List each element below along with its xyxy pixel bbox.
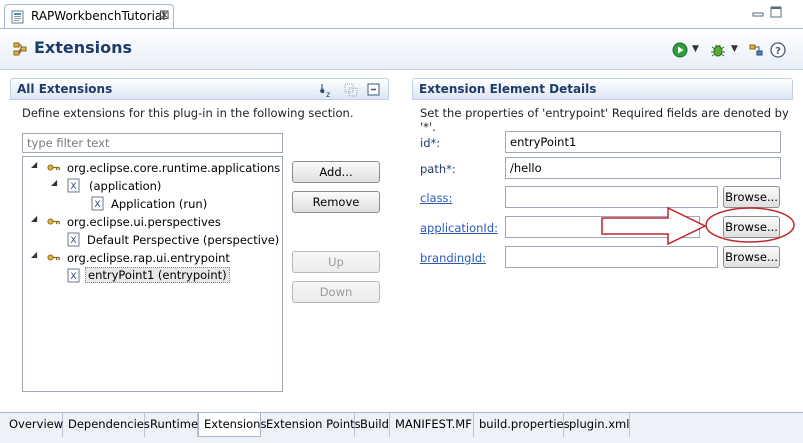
editor-tab[interactable]: RAPWorkbenchTutorial ⊠ — [4, 4, 174, 28]
tab-build-properties[interactable]: build.properties — [474, 413, 570, 437]
tab-plugin-xml[interactable]: plugin.xml — [564, 413, 630, 437]
id-label: id*: — [420, 136, 441, 150]
applicationid-link[interactable]: applicationId: — [420, 221, 498, 235]
path-label: path*: — [420, 162, 456, 176]
tab-overview[interactable]: Overview — [4, 413, 63, 437]
tab-extensions[interactable]: Extensions — [198, 413, 266, 437]
tree-item-label: Application (run) — [111, 197, 208, 211]
plugin-manifest-icon — [11, 10, 24, 24]
run-icon[interactable] — [672, 42, 688, 58]
annotation-ellipse — [705, 207, 795, 243]
form-header: Extensions ▼ ▼ ? — [0, 29, 803, 70]
tab-manifest[interactable]: MANIFEST.MF — [390, 413, 474, 437]
all-extensions-section-header: All Extensions a z — [10, 78, 389, 100]
down-button[interactable]: Down — [292, 281, 380, 303]
svg-text:X: X — [70, 236, 76, 246]
extensions-tree[interactable]: ◢ org.eclipse.core.runtime.applications … — [22, 156, 283, 392]
annotation-overlay — [601, 206, 795, 246]
tree-item-label: entryPoint1 (entrypoint) — [85, 267, 230, 283]
page-title: Extensions — [34, 38, 133, 57]
all-extensions-description: Define extensions for this plug-in in th… — [22, 106, 354, 120]
expand-toggle-icon[interactable]: ◢ — [31, 160, 37, 169]
annotation-arrow — [601, 206, 707, 246]
help-icon[interactable]: ? — [770, 42, 786, 58]
close-icon[interactable]: ⊠ — [159, 8, 170, 23]
collapse-all-icon[interactable] — [366, 82, 382, 98]
maximize-icon[interactable] — [770, 6, 782, 18]
svg-text:z: z — [326, 90, 330, 98]
remove-button[interactable]: Remove — [292, 191, 380, 213]
brandingid-link[interactable]: brandingId: — [420, 251, 486, 265]
details-description: Set the properties of 'entrypoint' Requi… — [420, 106, 789, 134]
extension-point-icon — [47, 164, 60, 171]
debug-dropdown-icon[interactable]: ▼ — [731, 44, 738, 54]
path-field[interactable] — [505, 157, 781, 179]
expand-toggle-icon[interactable]: ◢ — [31, 214, 37, 223]
details-section-header: Extension Element Details — [412, 78, 793, 100]
filter-input[interactable] — [22, 133, 283, 153]
section-title: All Extensions — [17, 82, 113, 96]
element-icon: X — [67, 232, 80, 247]
add-button[interactable]: Add... — [292, 161, 380, 183]
tree-item-label: org.eclipse.core.runtime.applications — [67, 161, 281, 175]
minimize-icon[interactable] — [752, 6, 764, 18]
tab-runtime[interactable]: Runtime — [145, 413, 198, 437]
section-title: Extension Element Details — [419, 82, 597, 96]
tab-dependencies[interactable]: Dependencies — [63, 413, 150, 437]
expand-toggle-icon[interactable]: ◢ — [51, 178, 57, 187]
sort-alpha-icon[interactable]: a z — [319, 82, 335, 98]
tab-build[interactable]: Build — [355, 413, 390, 437]
extension-point-icon — [47, 218, 60, 225]
class-link[interactable]: class: — [420, 191, 452, 205]
tree-item-label: org.eclipse.ui.perspectives — [67, 215, 221, 229]
svg-text:X: X — [70, 182, 76, 192]
element-icon: X — [91, 196, 104, 211]
expand-all-icon[interactable] — [343, 82, 359, 98]
element-icon: X — [67, 178, 80, 193]
debug-icon[interactable] — [710, 42, 726, 58]
svg-text:X: X — [70, 272, 76, 282]
svg-text:X: X — [94, 200, 100, 210]
tree-item-label: (application) — [89, 179, 162, 193]
element-icon: X — [67, 268, 80, 283]
extensions-icon — [13, 42, 27, 56]
tree-item-label: org.eclipse.rap.ui.entrypoint — [67, 251, 230, 265]
tab-extension-points[interactable]: Extension Points — [261, 413, 361, 437]
extension-icon[interactable] — [748, 42, 764, 58]
editor-tab-title: RAPWorkbenchTutorial — [31, 9, 166, 23]
run-dropdown-icon[interactable]: ▼ — [692, 44, 699, 54]
svg-text:?: ? — [775, 46, 781, 57]
expand-toggle-icon[interactable]: ◢ — [31, 250, 37, 259]
up-button[interactable]: Up — [292, 251, 380, 273]
extension-point-icon — [47, 254, 60, 261]
id-field[interactable] — [505, 131, 781, 153]
tree-item-label: Default Perspective (perspective) — [87, 233, 280, 247]
